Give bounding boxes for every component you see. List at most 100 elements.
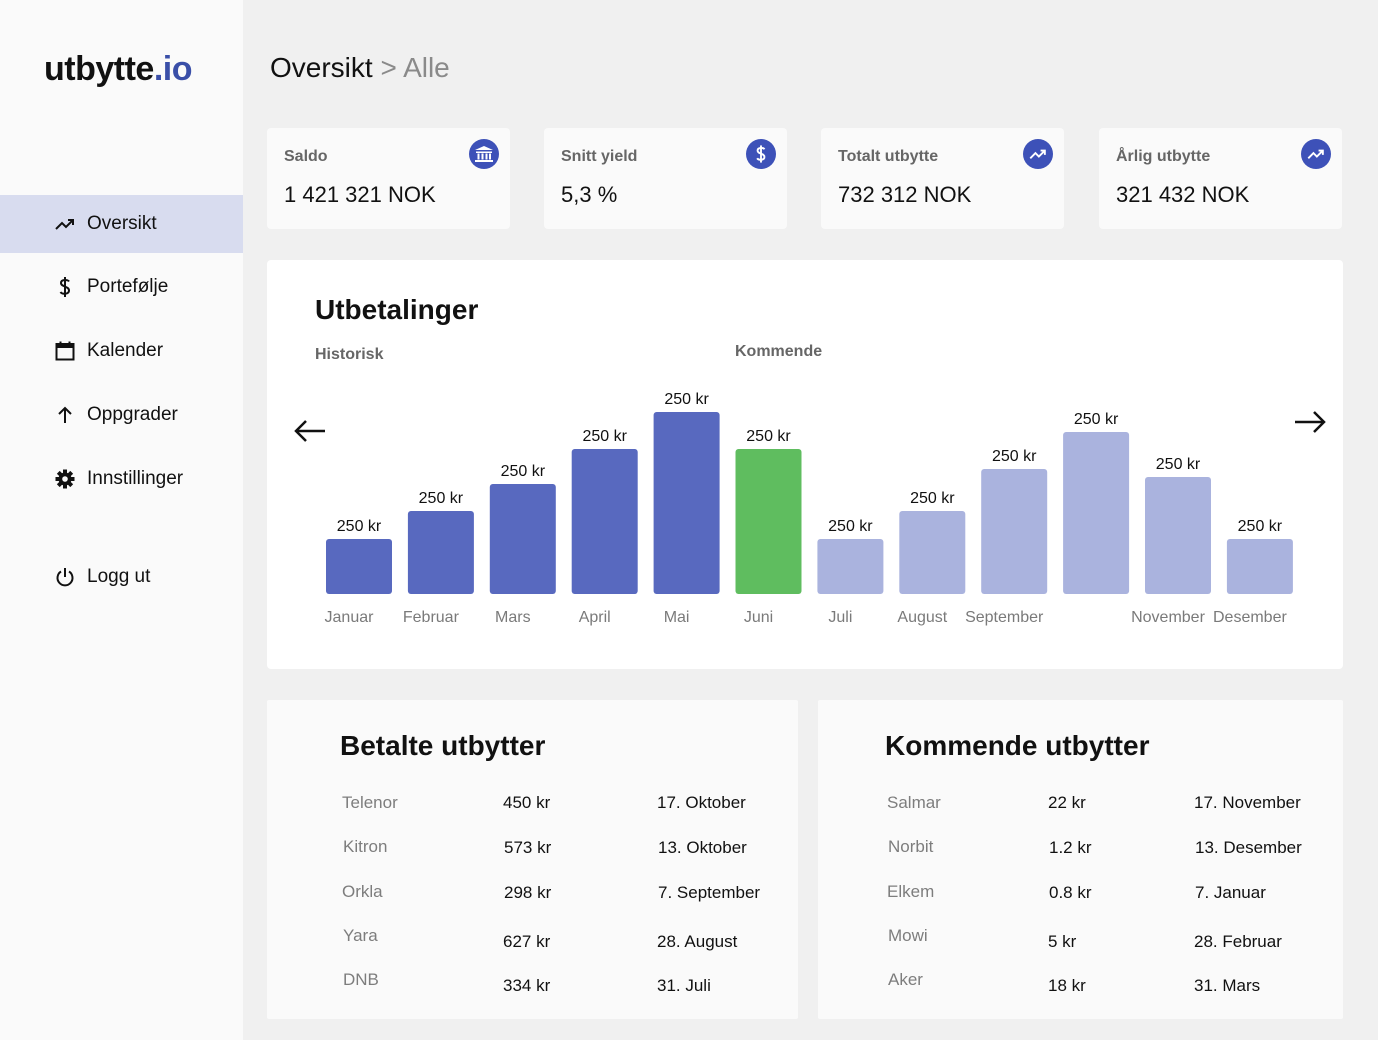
stat-card-snitt-yield: Snitt yield 5,3 % xyxy=(544,128,787,229)
sidebar-item-kalender[interactable]: Kalender xyxy=(0,322,243,380)
calendar-icon xyxy=(54,340,76,362)
month-label: April xyxy=(579,609,611,626)
arrow-left-icon xyxy=(293,420,327,448)
table-cell-date: 7. Januar xyxy=(1195,883,1266,902)
table-cell-date: 13. Desember xyxy=(1195,838,1302,857)
table-cell-amount: 334 kr xyxy=(503,976,551,995)
chart-next-button[interactable] xyxy=(1293,409,1327,440)
arrow-right-icon xyxy=(1293,411,1327,439)
table-cell-name: Yara xyxy=(343,926,378,945)
table-cell-amount: 450 kr xyxy=(503,793,551,812)
table-cell-date: 7. September xyxy=(658,883,761,902)
logo[interactable]: utbytte.io xyxy=(44,50,193,89)
sidebar-item-label: Portefølje xyxy=(87,276,169,297)
table-cell-name: Aker xyxy=(888,970,923,989)
bar-januar[interactable] xyxy=(326,539,392,594)
bar-februar[interactable] xyxy=(407,511,474,594)
month-label: Januar xyxy=(325,609,375,626)
bar-juli[interactable] xyxy=(817,539,884,594)
card-label: Totalt utbytte xyxy=(838,148,939,165)
month-label: Februar xyxy=(403,609,460,626)
sidebar-item-oppgrader[interactable]: Oppgrader xyxy=(0,386,243,444)
bar-juni[interactable] xyxy=(735,449,802,594)
table-cell-amount: 0.8 kr xyxy=(1049,883,1092,902)
table-cell-date: 13. Oktober xyxy=(658,838,747,857)
table-cell-name: Kitron xyxy=(343,837,388,856)
card-value: 321 432 NOK xyxy=(1116,182,1250,207)
card-value: 5,3 % xyxy=(561,182,618,207)
table-cell-date: 17. Oktober xyxy=(657,793,746,812)
power-icon xyxy=(54,566,76,588)
sidebar-item-oversikt[interactable]: Oversikt xyxy=(0,195,243,253)
sidebar-item-label: Innstillinger xyxy=(87,468,184,489)
table-cell-date: 31. Mars xyxy=(1194,976,1261,995)
card-label: Snitt yield xyxy=(561,148,638,165)
logout-button[interactable]: Logg ut xyxy=(0,548,243,606)
card-label: Saldo xyxy=(284,148,328,165)
month-label: Mars xyxy=(495,609,531,626)
bar-value-label: 250 kr xyxy=(1156,456,1201,473)
table-cell-date: 17. November xyxy=(1194,793,1301,812)
bar-value-label: 250 kr xyxy=(1074,411,1119,428)
sidebar-item-portefolje[interactable]: Portefølje xyxy=(0,258,243,316)
breadcrumb-sub[interactable]: Alle xyxy=(403,52,450,83)
bar-value-label: 250 kr xyxy=(419,490,464,507)
trending-up-icon xyxy=(1301,139,1331,169)
table-cell-name: Norbit xyxy=(888,837,934,856)
sidebar-item-label: Kalender xyxy=(87,340,164,361)
breadcrumb-current[interactable]: Oversikt xyxy=(270,52,373,83)
trending-up-icon xyxy=(1023,139,1053,169)
arrow-up-icon xyxy=(54,404,76,426)
bar-value-label: 250 kr xyxy=(992,448,1037,465)
logout-label: Logg ut xyxy=(87,566,151,587)
stat-card-saldo: Saldo 1 421 321 NOK xyxy=(267,128,510,229)
bar-mai[interactable] xyxy=(653,412,720,594)
bar-november[interactable] xyxy=(1145,477,1211,594)
utbetalinger-panel: Utbetalinger Historisk Kommende 250 kr Ja… xyxy=(267,260,1343,669)
table-cell-date: 28. Februar xyxy=(1194,932,1282,951)
breadcrumb: Oversikt > Alle xyxy=(270,52,450,84)
bar-oktober[interactable] xyxy=(1063,432,1130,594)
table-cell-date: 31. Juli xyxy=(657,976,711,995)
bar-august[interactable] xyxy=(899,511,966,594)
bar-value-label: 250 kr xyxy=(910,490,955,507)
sidebar-item-label: Oppgrader xyxy=(87,404,178,425)
month-label: Mai xyxy=(664,609,690,626)
sidebar-item-innstillinger[interactable]: Innstillinger xyxy=(0,450,243,508)
bar-value-label: 250 kr xyxy=(582,428,627,445)
bar-value-label: 250 kr xyxy=(1238,518,1283,535)
month-label: Juli xyxy=(828,609,852,626)
month-label: Juni xyxy=(744,609,773,626)
betalte-utbytter-panel: Betalte utbytter Telenor 450 kr 17. Okto… xyxy=(267,700,798,1019)
table-cell-name: Orkla xyxy=(342,882,383,901)
bar-september[interactable] xyxy=(981,469,1048,594)
chart-prev-button[interactable] xyxy=(293,418,327,449)
table-cell-name: DNB xyxy=(343,970,379,989)
table-cell-amount: 18 kr xyxy=(1048,976,1086,995)
bar-april[interactable] xyxy=(571,449,638,594)
payout-chart: 250 kr Januar 250 kr Februar 250 kr Mars 250 k… xyxy=(325,391,1293,626)
table-cell-amount: 627 kr xyxy=(503,932,551,951)
kommende-title: Kommende utbytter xyxy=(885,730,1150,761)
stat-card-arlig-utbytte: Årlig utbytte 321 432 NOK xyxy=(1099,128,1342,229)
gear-icon xyxy=(54,468,76,490)
table-cell-amount: 298 kr xyxy=(504,883,552,902)
bar-desember[interactable] xyxy=(1226,539,1293,594)
dollar-icon xyxy=(54,276,76,298)
card-value: 1 421 321 NOK xyxy=(284,182,436,207)
table-cell-amount: 1.2 kr xyxy=(1049,838,1092,857)
month-label: Desember xyxy=(1213,609,1287,626)
table-cell-amount: 22 kr xyxy=(1048,793,1086,812)
breadcrumb-separator: > xyxy=(380,52,397,83)
kommende-utbytter-panel: Kommende utbytter Salmar 22 kr 17. Novem… xyxy=(818,700,1343,1019)
bar-value-label: 250 kr xyxy=(746,428,791,445)
bar-mars[interactable] xyxy=(489,484,556,594)
month-label: September xyxy=(965,609,1044,626)
trending-up-icon xyxy=(54,213,76,235)
table-cell-amount: 5 kr xyxy=(1048,932,1077,951)
bar-value-label: 250 kr xyxy=(501,463,546,480)
table-cell-name: Elkem xyxy=(887,882,935,901)
table-cell-amount: 573 kr xyxy=(504,838,552,857)
month-label: August xyxy=(897,609,947,626)
sidebar: utbytte.io Oversikt Portefølje Kalender … xyxy=(0,0,243,1040)
